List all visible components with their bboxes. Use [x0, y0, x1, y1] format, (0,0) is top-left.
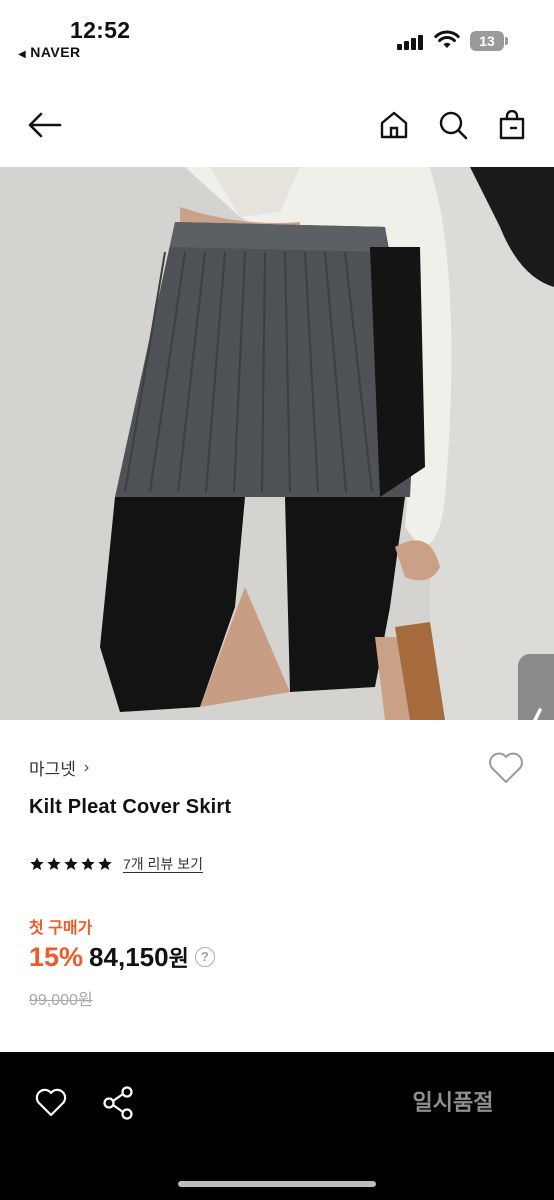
sold-out-button[interactable]: 일시품절 [366, 1083, 540, 1123]
first-purchase-label: 첫 구매가 [29, 920, 93, 937]
shopping-bag-icon [499, 110, 525, 140]
product-image[interactable] [0, 167, 554, 720]
wifi-icon [434, 30, 460, 48]
home-indicator[interactable] [178, 1181, 376, 1187]
star-icon [47, 857, 61, 870]
home-button[interactable] [374, 105, 414, 145]
signal-icon [397, 34, 425, 50]
back-app-label: NAVER [30, 44, 81, 60]
share-icon [103, 1086, 133, 1120]
star-icon [98, 857, 112, 870]
search-button[interactable] [433, 105, 473, 145]
top-nav [0, 95, 554, 155]
back-triangle-icon: ◀ [18, 49, 27, 60]
back-button[interactable] [25, 105, 65, 145]
discount-rate: 15% [29, 941, 84, 972]
price-help-icon[interactable]: ? [194, 947, 215, 967]
rating-stars [29, 856, 113, 872]
status-bar: 12:52 ◀ NAVER 13 [0, 0, 554, 70]
review-link[interactable]: 7개 리뷰 보기 [123, 854, 203, 874]
battery-icon: 13 [470, 31, 504, 51]
search-icon [439, 111, 468, 140]
brand-name: 마그넷 [29, 760, 76, 779]
heart-icon [489, 752, 523, 783]
gallery-expand-tab[interactable] [518, 654, 554, 720]
star-icon [81, 857, 95, 870]
chevron-left-icon [532, 707, 542, 720]
star-icon [30, 857, 44, 870]
sale-price: 84,150 [89, 941, 169, 972]
home-icon [380, 111, 408, 139]
heart-icon [35, 1088, 67, 1117]
bottom-action-bar [0, 1052, 554, 1200]
share-button[interactable] [100, 1084, 138, 1122]
product-photo-illustration [0, 167, 554, 720]
star-icon [64, 857, 78, 870]
original-price: 99,000원 [29, 992, 93, 1009]
wishlist-button[interactable] [486, 748, 526, 788]
product-detail-page: 12:52 ◀ NAVER 13 마그넷 › Kilt Pleat Cover … [0, 0, 554, 1200]
currency-unit: 원 [168, 946, 189, 971]
shopping-bag-button[interactable] [492, 105, 532, 145]
back-arrow-icon [28, 112, 62, 138]
product-title: Kilt Pleat Cover Skirt [29, 796, 232, 818]
price-row: 15% 84,150 원 ? [29, 941, 215, 973]
bottom-wishlist-button[interactable] [33, 1085, 69, 1121]
status-time: 12:52 [70, 17, 131, 43]
battery-tip [505, 37, 508, 45]
back-to-app-link[interactable]: ◀ NAVER [18, 44, 81, 60]
chevron-right-icon: › [83, 758, 90, 776]
brand-link[interactable]: 마그넷 › [29, 755, 89, 780]
rating-row: 7개 리뷰 보기 [29, 854, 203, 874]
